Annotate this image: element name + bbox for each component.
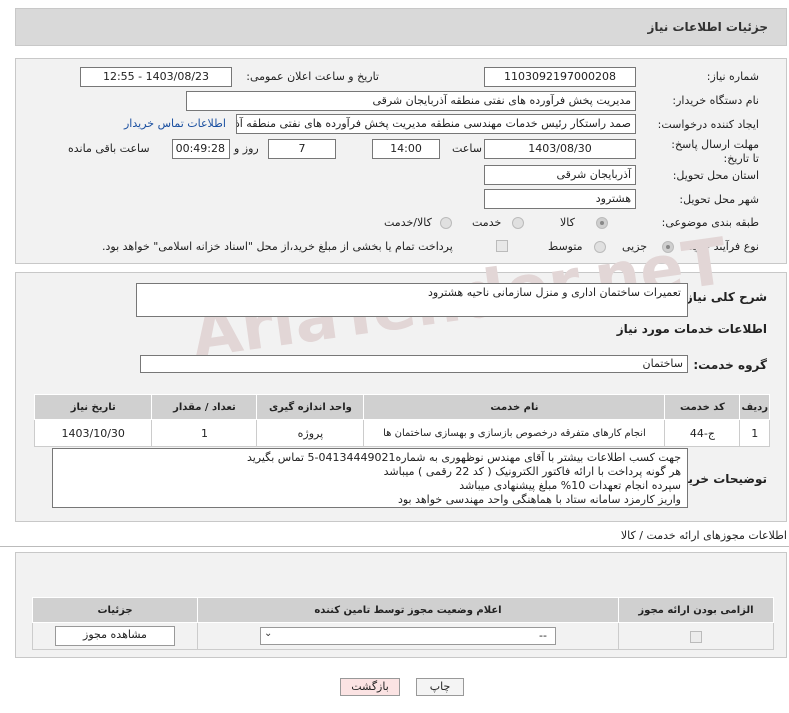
province-field: آذربایجان شرقی xyxy=(484,165,636,185)
permits-table: الزامی بودن ارائه مجوز اعلام وضعیت مجوز … xyxy=(32,597,774,650)
permits-title: اطلاعات مجوزهای ارائه خدمت / کالا xyxy=(620,529,787,542)
col-date: تاریخ نیاز xyxy=(33,394,153,420)
cell-code: ج-44 xyxy=(664,419,741,447)
cell-unit: پروژه xyxy=(256,419,365,447)
col-row: ردیف xyxy=(739,394,770,420)
col-qty: تعداد / مقدار xyxy=(151,394,258,420)
table-row: -- ⌄ مشاهده مجوز xyxy=(32,622,774,650)
category-option-both: کالا/خدمت xyxy=(384,216,432,229)
col-status: اعلام وضعیت مجوز توسط تامین کننده xyxy=(197,597,619,623)
announce-field: 1403/08/23 - 12:55 xyxy=(80,67,232,87)
cell-row: 1 xyxy=(739,419,770,447)
description-textarea[interactable]: تعمیرات ساختمان اداری و منزل سازمانی ناح… xyxy=(136,283,688,317)
col-details: جزئیات xyxy=(32,597,198,623)
services-table-header: ردیف کد خدمت نام خدمت واحد اندازه گیری ت… xyxy=(33,394,770,420)
cell-details: مشاهده مجوز xyxy=(32,622,198,650)
required-checkbox[interactable] xyxy=(690,630,702,643)
description-label: شرح کلی نیاز: xyxy=(681,290,767,304)
requester-field: صمد راستکار رئیس خدمات مهندسی منطقه مدیر… xyxy=(236,114,636,134)
deadline-time-field: 14:00 xyxy=(372,139,440,159)
need-number-field: 1103092197000208 xyxy=(484,67,636,87)
buyer-notes-textarea[interactable]: جهت کسب اطلاعات بیشتر با آقای مهندس نوظه… xyxy=(52,448,688,508)
col-unit: واحد اندازه گیری xyxy=(256,394,365,420)
col-code: کد خدمت xyxy=(664,394,741,420)
province-label: استان محل تحویل: xyxy=(672,169,759,182)
deadline-date-field: 1403/08/30 xyxy=(484,139,636,159)
cell-qty: 1 xyxy=(151,419,258,447)
page-title: جزئیات اطلاعات نیاز xyxy=(647,20,768,34)
requester-label: ایجاد کننده درخواست: xyxy=(657,118,759,131)
category-radio-goods[interactable] xyxy=(596,217,608,229)
col-name: نام خدمت xyxy=(363,394,666,420)
services-title: اطلاعات خدمات مورد نیاز xyxy=(616,322,767,336)
city-label: شهر محل تحویل: xyxy=(679,193,759,206)
remaining-time-field: 00:49:28 xyxy=(172,139,230,159)
description-text: تعمیرات ساختمان اداری و منزل سازمانی ناح… xyxy=(428,286,681,299)
permits-divider xyxy=(0,546,789,547)
permit-status-value: -- xyxy=(539,629,547,642)
cell-date: 1403/10/30 xyxy=(33,419,153,447)
deadline-label: مهلت ارسال پاسخ: تا تاریخ: xyxy=(671,138,759,165)
chevron-down-icon: ⌄ xyxy=(264,628,273,639)
cell-status: -- ⌄ xyxy=(197,622,619,650)
buyer-note-line: واریز کارمزد سامانه ستاد با هماهنگی واحد… xyxy=(397,493,681,506)
buyer-note-line: سپرده انجام تعهدات 10% مبلغ پیشنهادی میب… xyxy=(459,479,681,492)
remaining-label: ساعت باقی مانده xyxy=(68,142,150,155)
treasury-checkbox[interactable] xyxy=(496,240,508,252)
contact-info-link[interactable]: اطلاعات تماس خریدار xyxy=(124,117,226,130)
need-number-label: شماره نیاز: xyxy=(706,70,759,83)
cell-required xyxy=(618,622,774,650)
category-option-goods: کالا xyxy=(560,216,575,229)
city-field: هشترود xyxy=(484,189,636,209)
buyer-org-field: مدیریت پخش فرآورده های نفتی منطقه آذربای… xyxy=(186,91,636,111)
service-group-label: گروه خدمت: xyxy=(693,358,767,372)
view-permit-button[interactable]: مشاهده مجوز xyxy=(55,626,175,646)
buyer-note-line: هر گونه پرداخت با ارائه فاکتور الکترونیک… xyxy=(383,465,681,478)
col-required: الزامی بودن ارائه مجوز xyxy=(618,597,774,623)
permit-status-select[interactable]: -- ⌄ xyxy=(260,627,556,645)
services-table: ردیف کد خدمت نام خدمت واحد اندازه گیری ت… xyxy=(33,394,770,447)
service-group-field: ساختمان xyxy=(140,355,688,373)
category-radio-both[interactable] xyxy=(440,217,452,229)
treasury-note: پرداخت تمام یا بخشی از مبلغ خرید،از محل … xyxy=(102,240,453,253)
deadline-time-label: ساعت xyxy=(452,142,482,155)
buyer-note-line: جهت کسب اطلاعات بیشتر با آقای مهندس نوظه… xyxy=(246,451,681,464)
page-header: جزئیات اطلاعات نیاز xyxy=(15,8,787,46)
announce-label: تاریخ و ساعت اعلان عمومی: xyxy=(246,70,379,83)
category-radio-service[interactable] xyxy=(512,217,524,229)
table-row: 1 ج-44 انجام کارهای متفرقه درخصوص بازساز… xyxy=(33,419,770,447)
category-option-service: خدمت xyxy=(472,216,502,229)
buyer-org-label: نام دستگاه خریدار: xyxy=(672,94,759,107)
back-button[interactable]: بازگشت xyxy=(340,678,400,696)
print-button[interactable]: چاپ xyxy=(416,678,464,696)
permits-table-header: الزامی بودن ارائه مجوز اعلام وضعیت مجوز … xyxy=(32,597,774,623)
days-label: روز و xyxy=(234,142,259,155)
cell-name: انجام کارهای متفرقه درخصوص بازسازی و بهس… xyxy=(363,419,666,447)
days-field: 7 xyxy=(268,139,336,159)
